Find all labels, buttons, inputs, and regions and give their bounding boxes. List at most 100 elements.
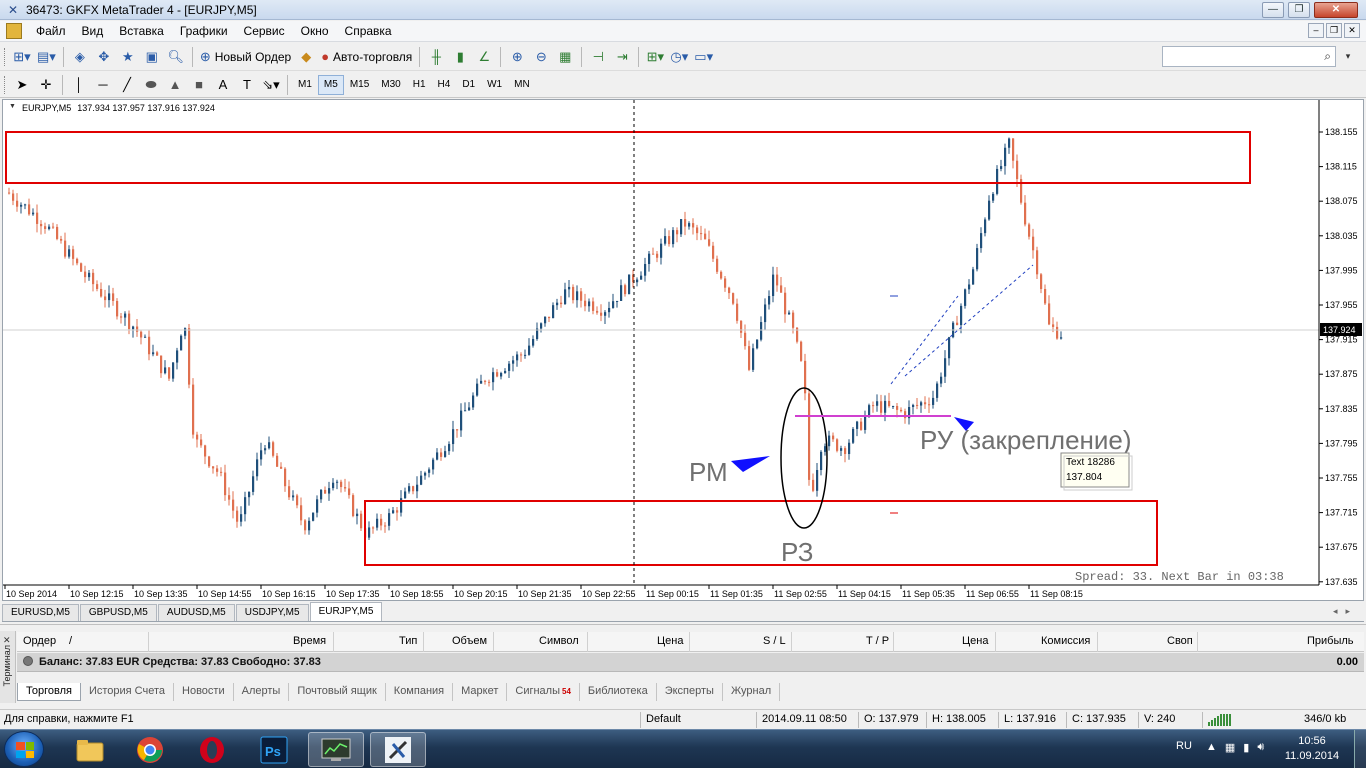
chart-tab-audusd[interactable]: AUDUSD,M5 [157, 604, 235, 621]
candlestick-icon[interactable]: ▮ [449, 46, 471, 68]
signal-icon[interactable]: ▮ [1243, 741, 1249, 754]
text-icon[interactable]: A [212, 74, 234, 96]
timeframe-m30[interactable]: M30 [375, 75, 406, 95]
search-dropdown-icon[interactable]: ▾ [1338, 46, 1358, 67]
status-profile[interactable]: Default [646, 713, 681, 725]
chart-tab-eurusd[interactable]: EURUSD,M5 [2, 604, 79, 621]
ellipse-icon[interactable]: ⬬ [140, 74, 162, 96]
periods-button[interactable]: ◷▾ [668, 46, 690, 68]
tab-company[interactable]: Компания [386, 683, 454, 701]
tile-windows-icon[interactable]: ▦ [554, 46, 576, 68]
chart-tab-eurjpy[interactable]: EURJPY,M5 [309, 602, 383, 621]
taskbar-explorer[interactable] [62, 732, 118, 767]
language-indicator[interactable]: RU [1176, 740, 1192, 752]
chart-shift-icon[interactable]: ⊣ [587, 46, 609, 68]
tab-trade[interactable]: Торговля [17, 683, 81, 701]
menu-window[interactable]: Окно [293, 21, 337, 41]
show-desktop-button[interactable] [1354, 730, 1366, 768]
col-price[interactable]: Цена [657, 635, 683, 647]
col-swap[interactable]: Своп [1167, 635, 1193, 647]
bar-chart-icon[interactable]: ╫ [425, 46, 447, 68]
support-zone-rectangle[interactable] [364, 500, 1158, 566]
system-clock[interactable]: 10:56 11.09.2014 [1282, 734, 1342, 764]
arrows-icon[interactable]: ⇘▾ [260, 74, 282, 96]
line-chart-icon[interactable]: ∠ [473, 46, 495, 68]
trendline-icon[interactable]: ╱ [116, 74, 138, 96]
mdi-minimize-button[interactable]: – [1308, 23, 1324, 38]
col-tp[interactable]: T / P [866, 635, 889, 647]
col-profit[interactable]: Прибыль [1307, 635, 1354, 647]
auto-scroll-icon[interactable]: ⇥ [611, 46, 633, 68]
timeframe-m15[interactable]: M15 [344, 75, 375, 95]
tab-market[interactable]: Маркет [453, 683, 508, 701]
start-button[interactable] [4, 731, 44, 767]
taskbar-metatrader-chart[interactable] [308, 732, 364, 767]
label-rz[interactable]: РЗ [781, 537, 813, 567]
timeframe-h1[interactable]: H1 [407, 75, 432, 95]
balance-row[interactable]: Баланс: 37.83 EUR Средства: 37.83 Свобод… [17, 653, 1364, 672]
timeframe-w1[interactable]: W1 [481, 75, 508, 95]
tab-mailbox[interactable]: Почтовый ящик [289, 683, 386, 701]
new-chart-button[interactable]: ⊞▾ [11, 46, 33, 68]
new-order-button[interactable]: ⊕ Новый Ордер [198, 46, 293, 68]
menu-tools[interactable]: Сервис [236, 21, 293, 41]
label-ru[interactable]: РУ (закрепление) [920, 425, 1132, 455]
col-order[interactable]: Ордер [23, 635, 56, 647]
tab-scroll-arrows-icon[interactable]: ◂▸ [1333, 606, 1358, 617]
menu-view[interactable]: Вид [74, 21, 112, 41]
col-sl[interactable]: S / L [763, 635, 786, 647]
col-type[interactable]: Тип [399, 635, 417, 647]
taskbar-opera[interactable] [184, 732, 240, 767]
tab-experts[interactable]: Эксперты [657, 683, 723, 701]
tab-signals[interactable]: Сигналы 54 [507, 683, 580, 701]
data-window-icon[interactable]: ✥ [93, 46, 115, 68]
taskbar-photoshop[interactable]: Ps [246, 732, 302, 767]
menu-help[interactable]: Справка [337, 21, 400, 41]
taskbar-chrome[interactable] [122, 732, 178, 767]
col-volume[interactable]: Объем [452, 635, 487, 647]
chart-window-icon[interactable] [6, 23, 22, 39]
zoom-out-icon[interactable]: ⊖ [530, 46, 552, 68]
timeframe-m1[interactable]: M1 [292, 75, 318, 95]
crosshair-icon[interactable]: ✛ [35, 74, 57, 96]
timeframe-m5[interactable]: M5 [317, 74, 344, 95]
connection-bars-icon[interactable] [1208, 714, 1234, 726]
horizontal-line-icon[interactable]: ─ [92, 74, 114, 96]
timeframe-d1[interactable]: D1 [456, 75, 481, 95]
tester-icon[interactable]: 🔍︎ [165, 46, 187, 68]
tab-journal[interactable]: Журнал [723, 683, 781, 701]
triangle-icon[interactable]: ▲ [164, 74, 186, 96]
indicators-button[interactable]: ⊞▾ [644, 46, 666, 68]
network-icon[interactable]: ▦ [1225, 741, 1235, 754]
menu-insert[interactable]: Вставка [111, 21, 172, 41]
col-time[interactable]: Время [293, 635, 326, 647]
tray-expand-icon[interactable]: ▲ [1206, 741, 1217, 754]
navigator-icon[interactable]: ★ [117, 46, 139, 68]
chart-window[interactable]: РМ РЗ РУ (закрепление) Text 18286 137.80… [2, 99, 1364, 601]
price-chart[interactable]: РМ РЗ РУ (закрепление) Text 18286 137.80… [3, 100, 1363, 600]
dashed-trend-line-1[interactable] [890, 295, 959, 385]
terminal-icon[interactable]: ▣ [141, 46, 163, 68]
rectangle-icon[interactable]: ■ [188, 74, 210, 96]
label-rm[interactable]: РМ [689, 457, 728, 487]
maximize-button[interactable]: ❐ [1288, 2, 1310, 18]
chart-tab-usdjpy[interactable]: USDJPY,M5 [235, 604, 309, 621]
resistance-zone-rectangle[interactable] [5, 131, 1251, 184]
menu-file[interactable]: Файл [28, 21, 74, 41]
cursor-icon[interactable]: ➤ [11, 74, 33, 96]
close-button[interactable]: ✕ [1314, 2, 1358, 18]
market-watch-icon[interactable]: ◈ [69, 46, 91, 68]
col-current-price[interactable]: Цена [962, 635, 988, 647]
chart-tab-gbpusd[interactable]: GBPUSD,M5 [79, 604, 157, 621]
auto-trading-button[interactable]: ● Авто-торговля [319, 46, 414, 68]
tab-account-history[interactable]: История Счета [81, 683, 175, 701]
mdi-close-button[interactable]: ✕ [1344, 23, 1360, 38]
menu-charts[interactable]: Графики [172, 21, 236, 41]
search-icon[interactable]: ⌕ [1324, 49, 1331, 64]
timeframe-h4[interactable]: H4 [432, 75, 457, 95]
volume-icon[interactable]: 🔊︎ [1257, 741, 1264, 754]
mdi-restore-button[interactable]: ❐ [1326, 23, 1342, 38]
metaeditor-icon[interactable]: ◆ [295, 46, 317, 68]
col-commission[interactable]: Комиссия [1041, 635, 1090, 647]
minimize-button[interactable]: — [1262, 2, 1284, 18]
